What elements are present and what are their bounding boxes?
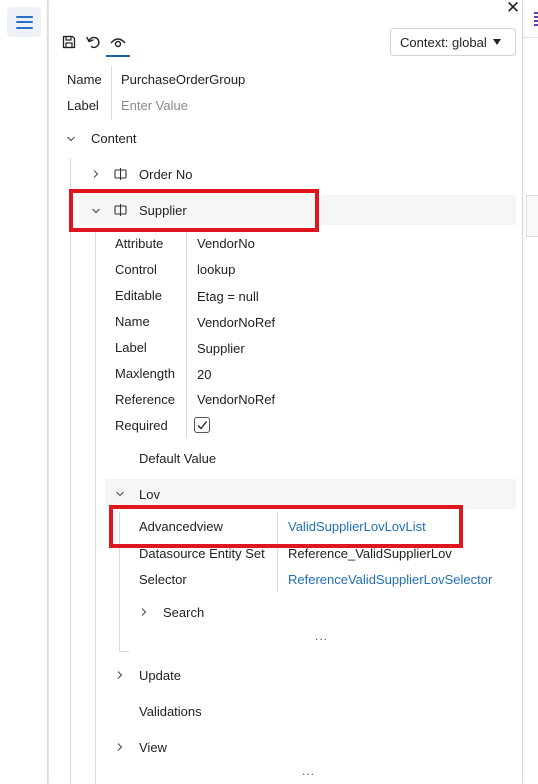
close-button[interactable]: ✕ — [504, 0, 522, 18]
properties-panel: ✕ Context: global Name PurchaseOrderGrou… — [49, 0, 522, 784]
prop-label-attribute: Attribute — [115, 236, 164, 251]
name-label: Name — [67, 72, 102, 87]
chevron-down-icon[interactable] — [115, 489, 125, 499]
field-divider — [111, 66, 112, 120]
prop-value-attribute[interactable]: VendorNo — [197, 236, 255, 251]
tree-item-view[interactable]: View — [139, 740, 167, 755]
prop-value-label[interactable]: Supplier — [197, 341, 245, 356]
chevron-right-icon[interactable] — [115, 670, 125, 680]
tree-item-default-value[interactable]: Default Value — [139, 451, 216, 466]
label-input[interactable]: Enter Value — [121, 98, 188, 113]
highlight-box-supplier — [69, 189, 319, 232]
active-tool-indicator — [106, 55, 130, 57]
field-icon — [114, 168, 127, 180]
context-dropdown[interactable]: Context: global — [390, 28, 516, 56]
prop-value-reference[interactable]: VendorNoRef — [197, 392, 275, 407]
prop-value-editable[interactable]: Etag = null — [197, 289, 259, 304]
background-panel-edge — [526, 195, 538, 237]
tree-guide-content — [70, 158, 71, 784]
lov-prop-value-datasource[interactable]: Reference_ValidSupplierLov — [288, 546, 452, 561]
chevron-right-icon[interactable] — [91, 169, 101, 179]
more-items-indicator[interactable]: ... — [315, 629, 328, 643]
lov-prop-value-selector[interactable]: ReferenceValidSupplierLovSelector — [288, 572, 492, 587]
tree-item-validations[interactable]: Validations — [139, 704, 202, 719]
label-label: Label — [67, 98, 99, 113]
prop-value-maxlength[interactable]: 20 — [197, 367, 211, 382]
tree-item-order-no[interactable]: Order No — [139, 167, 192, 182]
lov-prop-label-datasource: Datasource Entity Set — [139, 546, 265, 561]
tree-guide-supplier — [95, 228, 96, 784]
prop-label-editable: Editable — [115, 288, 162, 303]
lov-prop-label-selector: Selector — [139, 572, 187, 587]
save-button[interactable] — [60, 33, 78, 51]
checkmark-icon — [197, 421, 208, 430]
chevron-down-icon[interactable] — [66, 134, 76, 144]
tree-guide-lov-end — [119, 651, 129, 652]
right-rail — [522, 0, 538, 784]
prop-label-maxlength: Maxlength — [115, 366, 175, 381]
save-icon — [62, 35, 76, 49]
tree-item-lov[interactable]: Lov — [139, 487, 160, 502]
chevron-right-icon[interactable] — [115, 742, 125, 752]
prop-value-name[interactable]: VendorNoRef — [197, 315, 275, 330]
undo-icon — [86, 36, 100, 49]
prop-label-label: Label — [115, 340, 147, 355]
left-rail — [0, 0, 48, 784]
prop-label-name: Name — [115, 314, 150, 329]
prop-label-reference: Reference — [115, 392, 175, 407]
chevron-right-icon[interactable] — [139, 607, 149, 617]
required-checkbox[interactable] — [194, 417, 210, 433]
tree-item-content[interactable]: Content — [91, 131, 137, 146]
undo-button[interactable] — [84, 33, 102, 51]
name-value[interactable]: PurchaseOrderGroup — [121, 72, 245, 87]
context-label: Context: global — [400, 34, 487, 50]
eye-icon — [110, 38, 126, 48]
prop-label-required: Required — [115, 418, 168, 433]
close-icon: ✕ — [505, 0, 521, 17]
caret-down-icon — [492, 39, 501, 45]
hamburger-icon — [15, 15, 33, 29]
menu-button[interactable] — [7, 7, 41, 37]
more-items-indicator[interactable]: ... — [302, 764, 315, 778]
property-divider — [186, 232, 187, 438]
tree-item-update[interactable]: Update — [139, 668, 181, 683]
prop-value-control[interactable]: lookup — [197, 262, 235, 277]
preview-button[interactable] — [109, 33, 127, 51]
tree-item-search[interactable]: Search — [163, 605, 204, 620]
settings-icon[interactable] — [534, 12, 538, 26]
highlight-box-advancedview — [109, 505, 463, 548]
prop-label-control: Control — [115, 262, 157, 277]
